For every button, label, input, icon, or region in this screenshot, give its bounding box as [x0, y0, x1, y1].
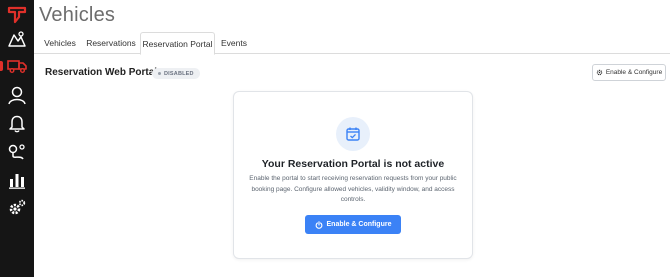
section-title: Reservation Web Portal	[45, 67, 158, 78]
sidebar	[0, 0, 34, 277]
tab-bar: Vehicles Reservations Reservation Portal…	[34, 32, 670, 55]
bell-icon	[9, 115, 25, 133]
sidebar-item-users[interactable]	[0, 82, 34, 108]
user-icon	[8, 86, 26, 105]
sidebar-item-map[interactable]	[0, 26, 34, 52]
card-icon-circle	[336, 117, 370, 151]
main-content: Vehicles Vehicles Reservations Reservati…	[34, 0, 670, 277]
status-badge-label: DISABLED	[164, 70, 194, 77]
gear-small-icon	[596, 69, 603, 76]
enable-configure-button[interactable]: Enable & Configure	[305, 215, 401, 234]
tab-vehicles[interactable]: Vehicles	[40, 32, 80, 54]
tab-events[interactable]: Events	[217, 32, 251, 54]
truck-icon	[7, 60, 27, 73]
sidebar-item-logo[interactable]	[0, 2, 34, 28]
sidebar-item-vehicles[interactable]	[0, 53, 34, 79]
map-icon	[8, 31, 26, 47]
enable-configure-top-label: Enable & Configure	[605, 69, 663, 76]
route-icon	[8, 144, 25, 160]
card-description: Enable the portal to start receiving res…	[249, 175, 457, 203]
page-title: Vehicles	[39, 4, 116, 26]
inactive-portal-card: Your Reservation Portal is not active En…	[233, 91, 473, 259]
chart-icon	[9, 174, 25, 189]
tab-reservation-portal[interactable]: Reservation Portal	[140, 32, 215, 55]
tab-reservations[interactable]: Reservations	[84, 32, 138, 54]
status-badge: DISABLED	[152, 68, 200, 79]
enable-configure-button-label: Enable & Configure	[326, 221, 392, 228]
status-dot-icon	[158, 72, 161, 75]
sidebar-item-settings[interactable]	[0, 195, 34, 221]
sidebar-item-notifications[interactable]	[0, 110, 34, 136]
enable-configure-top-button[interactable]: Enable & Configure	[592, 64, 666, 81]
gear-icon	[9, 199, 26, 215]
sidebar-item-reports[interactable]	[0, 167, 34, 193]
sidebar-item-routes[interactable]	[0, 139, 34, 165]
card-title: Your Reservation Portal is not active	[261, 158, 445, 170]
power-icon	[315, 220, 322, 229]
calendar-check-icon	[346, 127, 360, 141]
logo-icon	[7, 6, 27, 24]
